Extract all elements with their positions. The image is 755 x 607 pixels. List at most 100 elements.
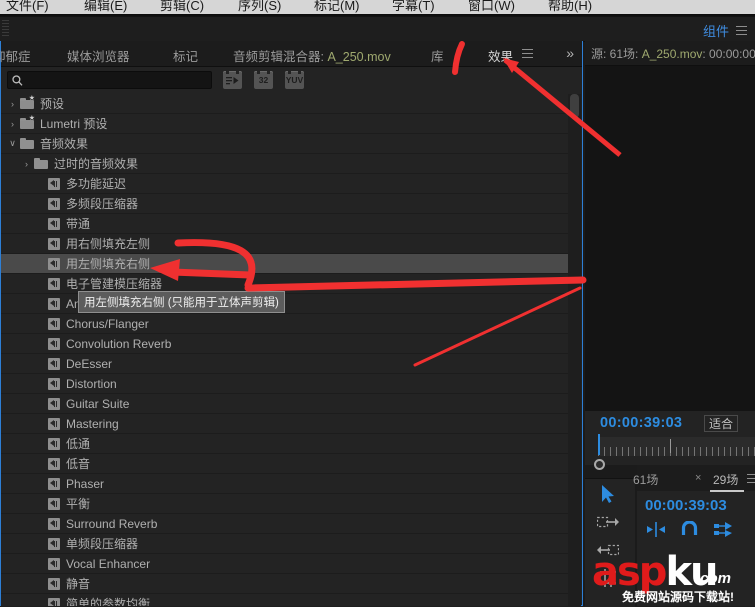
tree-row[interactable]: 低通: [1, 434, 569, 454]
source-monitor-timecode[interactable]: 00:00:39:03: [600, 415, 682, 431]
tab-media-browser[interactable]: 媒体浏览器: [67, 46, 130, 65]
menu-item-file[interactable]: 文件(F): [6, 0, 49, 14]
tree-row[interactable]: Surround Reverb: [1, 514, 569, 534]
menu-item-marker[interactable]: 标记(M): [314, 0, 360, 14]
tree-row[interactable]: › Lumetri 预设: [1, 114, 569, 134]
tab-audio-clip-mixer[interactable]: 音频剪辑混合器: A_250.mov: [233, 46, 391, 65]
tree-row[interactable]: 多功能延迟: [1, 174, 569, 194]
tab-effects[interactable]: 效果: [488, 46, 514, 69]
workspace-tab-label: 组件: [702, 24, 729, 39]
menu-item-title[interactable]: 字幕(T): [392, 0, 435, 14]
tree-row[interactable]: Distortion: [1, 374, 569, 394]
source-monitor-video-area[interactable]: [585, 66, 755, 411]
tree-row[interactable]: 简单的参数均衡: [1, 594, 569, 606]
tree-row[interactable]: 静音: [1, 574, 569, 594]
track-select-forward-tool[interactable]: [593, 509, 623, 535]
tree-row[interactable]: › 预设: [1, 94, 569, 114]
snap-in-timeline-icon[interactable]: [647, 521, 665, 537]
search-input-wrapper[interactable]: [7, 71, 212, 89]
tree-row-label: Mastering: [66, 416, 119, 431]
menu-item-sequence[interactable]: 序列(S): [238, 0, 281, 14]
tree-row-label: Guitar Suite: [66, 396, 130, 411]
tree-row[interactable]: Phaser: [1, 474, 569, 494]
close-icon[interactable]: ×: [695, 472, 701, 484]
tree-row-label: 低通: [66, 437, 91, 451]
tree-row-label: Surround Reverb: [66, 516, 158, 531]
tree-row[interactable]: 平衡: [1, 494, 569, 514]
menu-bar: 文件(F) 编辑(E) 剪辑(C) 序列(S) 标记(M) 字幕(T) 窗口(W…: [0, 0, 755, 14]
tab-libraries[interactable]: 库: [431, 46, 444, 65]
yuv-filter-button[interactable]: YUV: [285, 71, 304, 89]
source-monitor-panel: 源: 61场: A_250.mov: 00:00:00 00:00:39:03 …: [585, 41, 755, 470]
audio-effect-icon: [48, 177, 60, 190]
disclosure-triangle-icon[interactable]: ›: [7, 98, 18, 109]
magnet-snap-icon[interactable]: [681, 521, 698, 537]
linked-selection-icon[interactable]: [714, 521, 732, 537]
source-monitor-time-ruler[interactable]: [598, 437, 755, 456]
tree-row-label: 简单的参数均衡: [66, 597, 151, 606]
audio-effect-icon: [48, 577, 60, 590]
tab-yiyuzheng[interactable]: 抑郁症: [0, 46, 31, 65]
audio-effect-icon: [48, 537, 60, 550]
effects-panel-menu-icon[interactable]: [522, 49, 533, 58]
tree-row[interactable]: › 过时的音频效果: [1, 154, 569, 174]
32bit-color-filter-button[interactable]: 32: [254, 71, 273, 89]
search-input[interactable]: [26, 73, 207, 87]
menu-item-help[interactable]: 帮助(H): [548, 0, 592, 14]
source-monitor-title[interactable]: 源: 61场: A_250.mov: 00:00:00: [591, 45, 755, 62]
source-zoom-scroll-knob[interactable]: [594, 459, 605, 470]
tree-row-label: 预设: [40, 97, 65, 111]
tree-row[interactable]: 低音: [1, 454, 569, 474]
source-playhead[interactable]: [598, 434, 600, 455]
audio-effect-icon: [48, 557, 60, 570]
hamburger-menu-icon[interactable]: [736, 26, 747, 35]
tree-row[interactable]: Mastering: [1, 414, 569, 434]
disclosure-triangle-icon[interactable]: ›: [21, 158, 32, 169]
tab-markers[interactable]: 标记: [173, 46, 198, 65]
tree-row[interactable]: 用右侧填充左侧: [1, 234, 569, 254]
chevron-double-right-icon[interactable]: »: [566, 45, 574, 61]
premiere-pro-window: 文件(F) 编辑(E) 剪辑(C) 序列(S) 标记(M) 字幕(T) 窗口(W…: [0, 0, 755, 607]
tree-row[interactable]: 单频段压缩器: [1, 534, 569, 554]
scrollbar-thumb[interactable]: [570, 94, 579, 118]
tree-row[interactable]: Vocal Enhancer: [1, 554, 569, 574]
panel-drag-grip[interactable]: [2, 20, 9, 38]
tree-row[interactable]: ∨ 音频效果: [1, 134, 569, 154]
source-monitor-tab-strip: 源: 61场: A_250.mov: 00:00:00: [585, 41, 755, 66]
ruler-major-tick: [670, 439, 671, 453]
timeline-timecode[interactable]: 00:00:39:03: [645, 497, 727, 514]
tree-row[interactable]: 用左侧填充右侧: [1, 254, 569, 274]
menu-item-clip[interactable]: 剪辑(C): [160, 0, 204, 14]
timeline-tab-29chang[interactable]: 29场: [709, 471, 745, 492]
tree-row[interactable]: Chorus/Flanger: [1, 314, 569, 334]
tree-row[interactable]: Guitar Suite: [1, 394, 569, 414]
disclosure-triangle-icon[interactable]: ›: [7, 118, 18, 129]
tree-row[interactable]: 多频段压缩器: [1, 194, 569, 214]
timeline-menu-icon[interactable]: [747, 474, 755, 483]
workspace-bar: 组件: [0, 17, 755, 42]
tree-row[interactable]: 带通: [1, 214, 569, 234]
menu-item-window[interactable]: 窗口(W): [468, 0, 515, 14]
folder-star-icon: [20, 95, 35, 109]
menu-item-edit[interactable]: 编辑(E): [84, 0, 127, 14]
search-icon: [12, 74, 23, 86]
selection-tool[interactable]: [593, 481, 623, 507]
accelerated-effects-filter-button[interactable]: [223, 71, 242, 89]
source-monitor-zoom-select[interactable]: 适合: [704, 415, 739, 432]
tree-row[interactable]: DeEsser: [1, 354, 569, 374]
effects-tree[interactable]: › 预设 › Lumetri 预设 ∨ 音频效果 › 过时的音频效果多功能延迟多频段压缩器带通…: [1, 94, 569, 606]
timeline-tab-61chang[interactable]: 61场: [633, 471, 658, 488]
audio-effect-icon: [48, 217, 60, 230]
disclosure-triangle-icon[interactable]: ∨: [7, 138, 18, 149]
effects-tree-scrollbar[interactable]: [568, 94, 581, 606]
tree-row[interactable]: Convolution Reverb: [1, 334, 569, 354]
workspace-tab-components[interactable]: 组件: [703, 21, 747, 40]
